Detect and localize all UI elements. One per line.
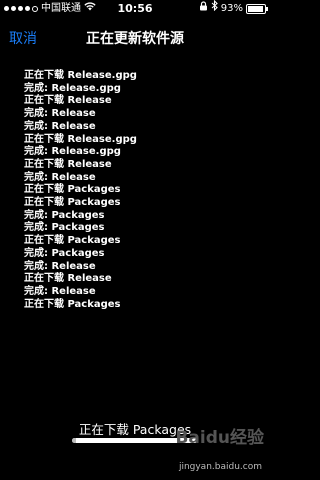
log-line: 完成: Release	[24, 285, 96, 297]
log-line: 正在下载 Release	[24, 273, 112, 285]
log-line: 完成: Release	[24, 171, 96, 183]
progress-fill	[72, 438, 76, 443]
status-right: 93%	[199, 0, 268, 18]
log-line: 完成: Release.gpg	[24, 82, 121, 94]
log-line: 正在下载 Release.gpg	[24, 133, 137, 145]
log-line: 正在下载 Packages	[24, 298, 121, 310]
update-log: 正在下载 Release.gpg 完成: Release.gpg 正在下载 Rele…	[24, 70, 254, 311]
navigation-bar: 取消 正在更新软件源	[0, 20, 270, 54]
bluetooth-icon	[211, 0, 218, 18]
watermark-logo: Baidu经验	[175, 428, 264, 448]
log-line: 正在下载 Packages	[24, 235, 121, 247]
log-line: 正在下载 Release	[24, 95, 112, 107]
log-line: 完成: Release.gpg	[24, 146, 121, 158]
status-bar: 中国联通 10:56 93%	[0, 0, 270, 18]
battery-percent: 93%	[220, 3, 243, 14]
log-line: 正在下载 Packages	[24, 197, 121, 209]
log-line: 完成: Packages	[24, 209, 105, 221]
battery-icon	[246, 4, 268, 14]
log-line: 正在下载 Release.gpg	[24, 70, 137, 81]
log-line: 正在下载 Release	[24, 158, 112, 170]
log-line: 完成: Packages	[24, 247, 105, 259]
page-title: 正在更新软件源	[86, 31, 184, 47]
log-line: 正在下载 Packages	[24, 184, 121, 196]
lock-rotation-icon	[199, 0, 208, 18]
log-line: 完成: Packages	[24, 222, 105, 234]
log-line: 完成: Release	[24, 108, 96, 120]
log-line: 完成: Release	[24, 120, 96, 132]
battery-level	[248, 6, 263, 12]
watermark-url: jingyan.baidu.com	[178, 462, 262, 472]
log-line: 完成: Release	[24, 260, 96, 272]
